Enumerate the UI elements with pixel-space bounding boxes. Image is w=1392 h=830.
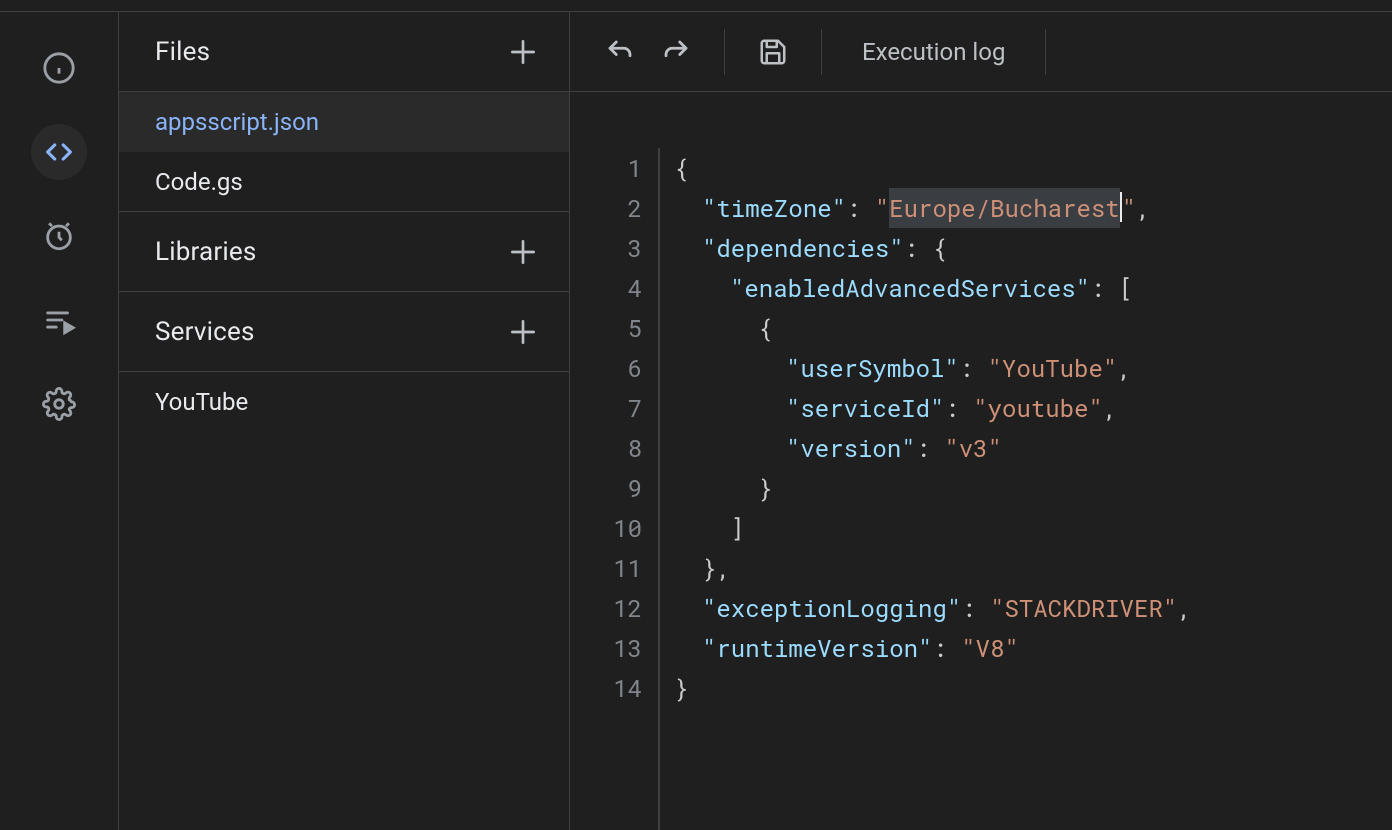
settings-icon[interactable] [31,376,87,432]
line-number: 10 [570,508,642,548]
main-layout: Files appsscript.json Code.gs Libraries … [0,12,1392,830]
text-cursor [1120,192,1122,222]
line-number: 12 [570,588,642,628]
execution-log-button[interactable]: Execution log [844,38,1023,66]
line-number: 13 [570,628,642,668]
line-number: 14 [570,668,642,708]
services-header: Services [119,292,569,372]
code-line[interactable]: "enabledAdvancedServices": [ [674,268,1392,308]
libraries-header-label: Libraries [155,237,257,267]
line-number: 7 [570,388,642,428]
code-line[interactable]: "userSymbol": "YouTube", [674,348,1392,388]
editor-area: Execution log 1234567891011121314 {"time… [570,12,1392,830]
code-line[interactable]: "dependencies": { [674,228,1392,268]
add-service-button[interactable] [501,310,545,354]
toolbar-separator [724,29,725,75]
undo-button[interactable] [594,26,646,78]
code-line[interactable]: "runtimeVersion": "V8" [674,628,1392,668]
file-item[interactable]: appsscript.json [119,92,569,152]
line-number: 2 [570,188,642,228]
toolbar-separator [1045,29,1046,75]
line-number-gutter: 1234567891011121314 [570,148,658,830]
services-header-label: Services [155,317,255,347]
files-header: Files [119,12,569,92]
redo-button[interactable] [650,26,702,78]
code-line[interactable]: { [674,148,1392,188]
line-number: 5 [570,308,642,348]
libraries-header: Libraries [119,212,569,292]
code-line[interactable]: "timeZone": "Europe/Bucharest", [674,188,1392,228]
code-line[interactable]: } [674,668,1392,708]
line-number: 8 [570,428,642,468]
gutter-border [658,148,660,830]
window-top-border [0,0,1392,12]
line-number: 6 [570,348,642,388]
line-number: 3 [570,228,642,268]
add-file-button[interactable] [501,30,545,74]
files-panel: Files appsscript.json Code.gs Libraries … [118,12,570,830]
code-line[interactable]: "exceptionLogging": "STACKDRIVER", [674,588,1392,628]
save-button[interactable] [747,26,799,78]
line-number: 9 [570,468,642,508]
files-header-label: Files [155,37,210,67]
line-number: 4 [570,268,642,308]
line-number: 1 [570,148,642,188]
code-line[interactable]: "serviceId": "youtube", [674,388,1392,428]
code-line[interactable]: ] [674,508,1392,548]
left-rail [0,12,118,830]
editor-toolbar: Execution log [570,12,1392,92]
code-editor[interactable]: 1234567891011121314 {"timeZone": "Europe… [570,92,1392,830]
code-line[interactable]: }, [674,548,1392,588]
executions-icon[interactable] [31,292,87,348]
line-number: 11 [570,548,642,588]
triggers-icon[interactable] [31,208,87,264]
code-line[interactable]: "version": "v3" [674,428,1392,468]
file-item[interactable]: Code.gs [119,152,569,212]
add-library-button[interactable] [501,230,545,274]
code-line[interactable]: } [674,468,1392,508]
toolbar-separator [821,29,822,75]
code-line[interactable]: { [674,308,1392,348]
overview-icon[interactable] [31,40,87,96]
editor-icon[interactable] [31,124,87,180]
service-item[interactable]: YouTube [119,372,569,432]
code-content[interactable]: {"timeZone": "Europe/Bucharest","depende… [674,148,1392,830]
